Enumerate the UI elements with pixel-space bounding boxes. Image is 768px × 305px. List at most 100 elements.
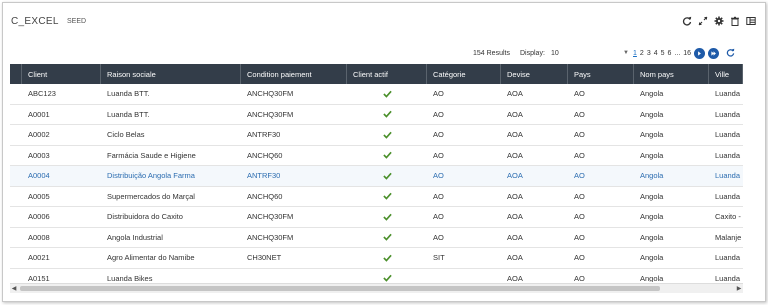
active-check-icon [347,192,427,200]
table-cell-ville: Luanda [715,273,741,282]
page-subtitle: SEED [67,18,87,25]
table-cell-raison: Ciclo Belas [107,130,145,140]
table-cell-raison: Farmácia Saude e Higiene [107,150,196,160]
table-cell-client: A0151 [28,273,50,282]
table-row[interactable]: A0008 Angola Industrial ANCHQ30FM AO AOA AO An… [10,228,743,248]
results-count: 154 Results [473,50,510,57]
table-cell-nom-pays: Angola [640,150,664,160]
active-check-icon [347,274,427,282]
column-header[interactable]: Ville [709,64,743,84]
table-cell-ville: Luanda [715,150,741,160]
table-cell-raison: Luanda BTT. [107,89,150,99]
table-row[interactable]: A0004 Distribuição Angola Farma ANTRF30 AO A… [10,166,743,187]
table-cell-pays: AO [574,109,585,119]
table-cell-pays: AO [574,212,585,222]
page-link[interactable]: 6 [668,50,672,57]
page-link[interactable]: 2 [640,50,644,57]
table-cell-condition: ANTRF30 [247,171,281,181]
page-link[interactable]: 16 [683,50,691,57]
table-cell-client: A0006 [28,212,50,222]
table-cell-devise: AOA [507,232,523,242]
table-cell-ville: Luanda [715,89,741,99]
active-check-icon [347,131,427,139]
page-link[interactable]: 1 [633,50,637,57]
column-header[interactable]: Client actif [347,64,427,84]
table-cell-pays: AO [574,273,585,282]
table-cell-pays: AO [574,232,585,242]
active-check-icon [347,213,427,221]
data-table: Client Raison sociale Condition paiement… [10,64,743,282]
gear-icon[interactable] [713,15,725,27]
table-cell-client: A0021 [28,253,50,263]
active-check-icon [347,172,427,180]
column-header[interactable]: Pays [568,64,634,84]
column-header[interactable]: Raison sociale [101,64,241,84]
table-cell-nom-pays: Angola [640,130,664,140]
table-cell-condition: ANCHQ30FM [247,232,294,242]
table-cell-raison: Supermercados do Marçal [107,191,195,201]
columns-icon[interactable] [745,15,757,27]
table-cell-categorie: AO [433,191,444,201]
horizontal-scrollbar[interactable]: ◀ ▶ [10,283,743,293]
table-cell-client: ABC123 [28,89,56,99]
expand-icon[interactable] [697,15,709,27]
active-check-icon [347,151,427,159]
page-link[interactable]: 3 [647,50,651,57]
scroll-right-icon[interactable]: ▶ [735,284,743,293]
table-cell-categorie: AO [433,171,444,181]
display-select[interactable]: 10 ▼ [551,47,629,59]
table-row[interactable]: A0005 Supermercados do Marçal ANCHQ60 AO AOA… [10,187,743,207]
table-cell-raison: Distribuidora do Caxito [107,212,183,222]
refresh-icon[interactable] [681,15,693,27]
refresh-icon[interactable] [726,48,735,59]
table-cell-nom-pays: Angola [640,253,664,263]
table-row[interactable]: A0006 Distribuidora do Caxito ANCHQ30FM AO A… [10,207,743,228]
page-link[interactable]: 4 [654,50,658,57]
table-cell-raison: Agro Alimentar do Namibe [107,253,195,263]
table-cell-devise: AOA [507,89,523,99]
table-cell-nom-pays: Angola [640,212,664,222]
table-cell-pays: AO [574,171,585,181]
page-link[interactable]: 5 [661,50,665,57]
table-cell-devise: AOA [507,109,523,119]
active-check-icon [347,254,427,262]
table-cell-nom-pays: Angola [640,171,664,181]
table-cell-categorie: AO [433,232,444,242]
column-header[interactable]: Condition paiement [241,64,347,84]
table-cell-raison: Luanda BTT. [107,109,150,119]
display-label: Display: [520,50,545,57]
table-cell-devise: AOA [507,212,523,222]
table-cell-raison: Angola Industrial [107,232,163,242]
grid-panel: C_EXCEL SEED 154 Results Display: 10 ▼ 1… [2,2,766,302]
chevron-down-icon: ▼ [623,50,629,56]
column-header[interactable]: Client [22,64,101,84]
table-cell-condition: ANTRF30 [247,130,281,140]
table-cell-condition: ANCHQ30FM [247,109,294,119]
table-cell-client: A0005 [28,191,50,201]
scroll-left-icon[interactable]: ◀ [10,284,18,293]
column-header[interactable]: Catégorie [427,64,501,84]
column-header[interactable]: Nom pays [634,64,709,84]
table-cell-categorie: AO [433,89,444,99]
table-cell-client: A0004 [28,171,50,181]
scrollbar-thumb[interactable] [20,286,660,291]
trash-icon[interactable] [729,15,741,27]
column-header[interactable]: Devise [501,64,568,84]
next-page-button[interactable] [694,48,706,59]
table-cell-categorie: AO [433,212,444,222]
table-cell-pays: AO [574,150,585,160]
table-row[interactable]: A0021 Agro Alimentar do Namibe CH30NET SIT A… [10,248,743,269]
table-cell-devise: AOA [507,191,523,201]
table-row[interactable]: A0002 Ciclo Belas ANTRF30 AO AOA AO Angola Luan… [10,125,743,146]
table-cell-ville: Luanda [715,191,741,201]
table-row[interactable]: A0001 Luanda BTT. ANCHQ30FM AO AOA AO Angola Lu… [10,105,743,125]
row-selector-header [10,64,22,84]
table-row[interactable]: ABC123 Luanda BTT. ANCHQ30FM AO AOA AO Angola L… [10,84,743,105]
page-title: C_EXCEL [11,16,59,27]
table-row[interactable]: A0151 Luanda Bikes AOA AO Angola Luanda [10,269,743,282]
table-row[interactable]: A0003 Farmácia Saude e Higiene ANCHQ60 AO AO… [10,146,743,166]
table-cell-categorie: SIT [433,253,445,263]
last-page-button[interactable] [708,48,720,59]
table-cell-devise: AOA [507,150,523,160]
table-cell-nom-pays: Angola [640,191,664,201]
